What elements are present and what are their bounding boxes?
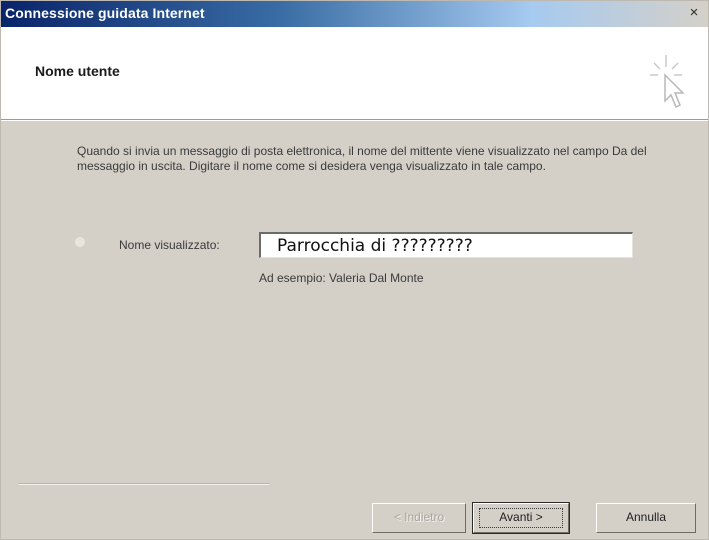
field-bullet-icon <box>75 237 85 247</box>
page-title: Nome utente <box>35 63 120 79</box>
close-button[interactable]: × <box>686 5 702 21</box>
cancel-button-label: Annulla <box>625 510 667 524</box>
example-hint: Ad esempio: Valeria Dal Monte <box>259 271 424 285</box>
back-button-label: < Indietro <box>393 510 445 524</box>
cancel-button[interactable]: Annulla <box>596 503 696 533</box>
header-divider-highlight <box>1 120 708 121</box>
wizard-header: Nome utente <box>1 27 708 119</box>
display-name-input[interactable]: Parrocchia di ????????? <box>259 232 633 258</box>
wizard-window: Connessione guidata Internet × Nome uten… <box>0 0 709 540</box>
window-title: Connessione guidata Internet <box>5 5 205 21</box>
next-button[interactable]: Avanti > <box>472 502 570 534</box>
focus-rect <box>479 508 563 528</box>
description-text: Quando si invia un messaggio di posta el… <box>77 144 647 173</box>
title-bar[interactable]: Connessione guidata Internet × <box>1 1 708 27</box>
wizard-wand-icon <box>650 55 685 109</box>
display-name-label: Nome visualizzato: <box>119 238 220 252</box>
footer-divider-highlight <box>19 484 269 485</box>
back-button[interactable]: < Indietro <box>372 503 466 533</box>
